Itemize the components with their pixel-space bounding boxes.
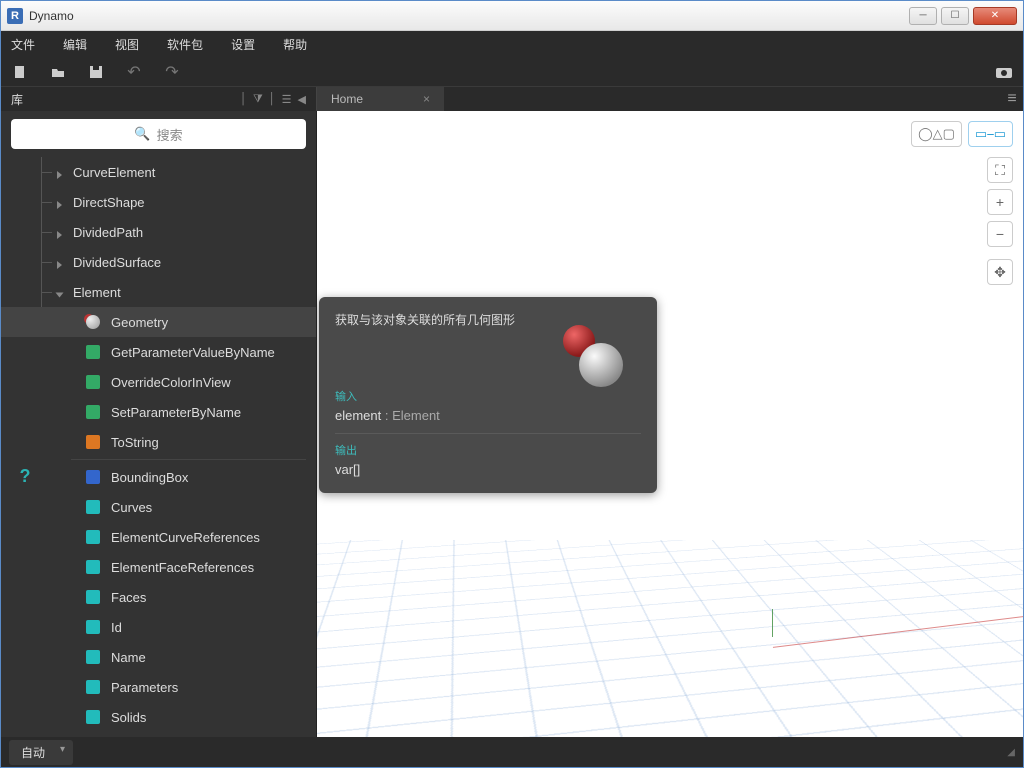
save-icon[interactable] — [87, 63, 105, 81]
secondary-bar: 库 │ ⧩ │ ☰ ◀ Home × ≡ — [1, 87, 1023, 111]
library-tree[interactable]: CurveElement DirectShape DividedPath Div… — [1, 157, 316, 737]
titlebar: R Dynamo ─ ☐ ✕ — [1, 1, 1023, 31]
menu-view[interactable]: 视图 — [115, 36, 139, 53]
tree-separator — [71, 459, 306, 460]
tooltip-divider — [335, 433, 641, 434]
menu-settings[interactable]: 设置 — [231, 36, 255, 53]
tree-item-id[interactable]: Id — [1, 612, 316, 642]
window-title: Dynamo — [29, 9, 909, 23]
method-icon — [86, 405, 100, 419]
lib-filter-icon[interactable]: ⧩ — [253, 93, 263, 106]
app-icon: R — [7, 8, 23, 24]
method-icon — [86, 345, 100, 359]
menu-help[interactable]: 帮助 — [283, 36, 307, 53]
query-icon — [86, 530, 100, 544]
tree-item-elementcurvereferences[interactable]: ElementCurveReferences — [1, 522, 316, 552]
close-button[interactable]: ✕ — [973, 7, 1017, 25]
menu-packages[interactable]: 软件包 — [167, 36, 203, 53]
tree-item-name[interactable]: Name — [1, 642, 316, 672]
library-sidebar: 🔍 搜索 CurveElement DirectShape DividedPat… — [1, 111, 317, 737]
menubar: 文件 编辑 视图 软件包 设置 帮助 — [1, 31, 1023, 57]
tree-node-curveelement[interactable]: CurveElement — [1, 157, 316, 187]
menu-file[interactable]: 文件 — [11, 36, 35, 53]
geometry-icon — [86, 315, 100, 329]
query-icon — [86, 560, 100, 574]
node-tooltip: 获取与该对象关联的所有几何图形 输入 element : Element 输出 … — [319, 297, 657, 493]
sphere-grey-icon — [579, 343, 623, 387]
axis-y — [772, 609, 773, 637]
workspace-canvas[interactable]: 获取与该对象关联的所有几何图形 输入 element : Element 输出 … — [317, 111, 1023, 737]
query-icon — [86, 680, 100, 694]
lib-divider-icon: │ — [240, 93, 247, 106]
menu-edit[interactable]: 编辑 — [63, 36, 87, 53]
tree-node-dividedsurface[interactable]: DividedSurface — [1, 247, 316, 277]
tree-item-curves[interactable]: Curves — [1, 492, 316, 522]
run-mode-dropdown[interactable]: 自动 — [9, 740, 73, 765]
tree-item-elementfacereferences[interactable]: ElementFaceReferences — [1, 552, 316, 582]
query-icon — [86, 710, 100, 724]
minimize-button[interactable]: ─ — [909, 7, 937, 25]
search-icon: 🔍 — [134, 126, 150, 142]
library-header: 库 │ ⧩ │ ☰ ◀ — [1, 87, 317, 111]
close-tab-icon[interactable]: × — [423, 92, 430, 106]
library-label: 库 — [11, 91, 23, 108]
toolbar: ↶ ↷ — [1, 57, 1023, 87]
zoom-out-button[interactable]: − — [987, 221, 1013, 247]
tree-item-boundingbox[interactable]: BoundingBox — [1, 462, 316, 492]
tree-item-solids[interactable]: Solids — [1, 702, 316, 732]
window-buttons: ─ ☐ ✕ — [909, 7, 1017, 25]
app-window: R Dynamo ─ ☐ ✕ 文件 编辑 视图 软件包 设置 帮助 ↶ ↷ 库 … — [0, 0, 1024, 768]
query-icon — [86, 590, 100, 604]
redo-icon[interactable]: ↷ — [163, 63, 181, 81]
tooltip-input-signature: element : Element — [335, 408, 641, 423]
viewport-nav-controls: ⛶ + − ✥ — [987, 157, 1013, 285]
tooltip-output-signature: var[] — [335, 462, 641, 477]
tree-item-geometry[interactable]: Geometry — [1, 307, 316, 337]
tab-home[interactable]: Home × — [317, 87, 445, 111]
method-icon — [86, 375, 100, 389]
new-file-icon[interactable] — [11, 63, 29, 81]
search-input[interactable]: 🔍 搜索 — [11, 119, 306, 149]
tree-item-faces[interactable]: Faces — [1, 582, 316, 612]
open-file-icon[interactable] — [49, 63, 67, 81]
tree-item-overridecolorinview[interactable]: OverrideColorInView — [1, 367, 316, 397]
tree-node-directshape[interactable]: DirectShape — [1, 187, 316, 217]
query-icon — [86, 650, 100, 664]
main-area: 🔍 搜索 CurveElement DirectShape DividedPat… — [1, 111, 1023, 737]
undo-icon[interactable]: ↶ — [125, 63, 143, 81]
camera-icon[interactable] — [995, 63, 1013, 81]
graph-view-button[interactable]: ▭⎯▭ — [968, 121, 1013, 147]
tooltip-preview-icon — [553, 321, 633, 391]
geometry-view-button[interactable]: ◯△▢ — [911, 121, 962, 147]
fit-view-button[interactable]: ⛶ — [987, 157, 1013, 183]
ground-grid — [317, 540, 1023, 737]
lib-collapse-icon[interactable]: ◀ — [298, 93, 306, 106]
query-icon — [86, 620, 100, 634]
query-icon — [86, 470, 100, 484]
lib-list-icon[interactable]: ☰ — [282, 93, 292, 106]
tree-node-element[interactable]: Element — [1, 277, 316, 307]
method-icon — [86, 435, 100, 449]
tabs-menu-icon[interactable]: ≡ — [1001, 90, 1023, 108]
zoom-in-button[interactable]: + — [987, 189, 1013, 215]
pan-button[interactable]: ✥ — [987, 259, 1013, 285]
maximize-button[interactable]: ☐ — [941, 7, 969, 25]
tree-item-setparameterbyname[interactable]: SetParameterByName — [1, 397, 316, 427]
tree-item-tostring[interactable]: ToString — [1, 427, 316, 457]
workspace-tabs: Home × ≡ — [317, 87, 1023, 111]
view-mode-controls: ◯△▢ ▭⎯▭ — [911, 121, 1013, 147]
tree-item-getparametervaluebyname[interactable]: GetParameterValueByName — [1, 337, 316, 367]
statusbar: 自动 ◢ — [1, 737, 1023, 767]
query-icon — [86, 500, 100, 514]
tree-item-parameters[interactable]: Parameters — [1, 672, 316, 702]
tab-label: Home — [331, 92, 363, 106]
tooltip-output-heading: 输出 — [335, 442, 641, 458]
tree-node-dividedpath[interactable]: DividedPath — [1, 217, 316, 247]
search-placeholder: 搜索 — [157, 125, 183, 144]
resize-grip-icon[interactable]: ◢ — [1007, 747, 1015, 758]
lib-divider-icon: │ — [269, 93, 276, 106]
